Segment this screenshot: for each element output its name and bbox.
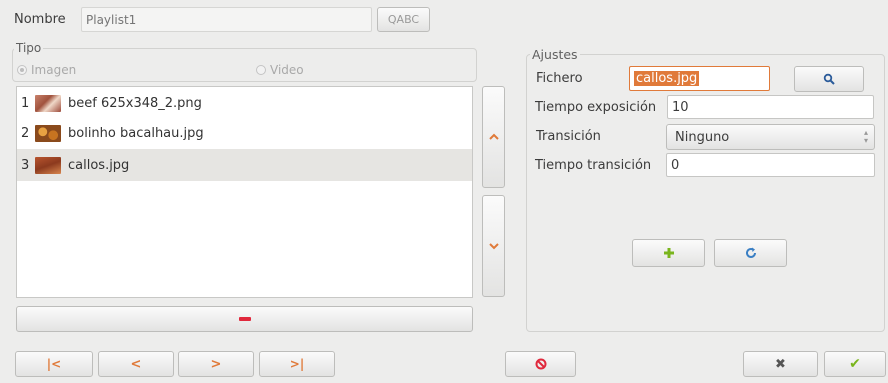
- list-item-name: callos.jpg: [68, 157, 130, 173]
- spellcheck-button[interactable]: Q ABC: [377, 7, 430, 32]
- nombre-label: Nombre: [14, 12, 66, 27]
- list-item-index: 3: [21, 157, 30, 173]
- chevron-up-icon: [488, 133, 499, 140]
- delete-button[interactable]: [505, 351, 576, 377]
- tipo-group: [12, 48, 477, 82]
- nombre-input[interactable]: [81, 7, 372, 32]
- tiempo-exposicion-label: Tiempo exposición: [535, 100, 657, 115]
- thumbnail-image: [35, 94, 61, 112]
- move-up-button[interactable]: [482, 86, 505, 188]
- playlist-list[interactable]: 1 beef 625x348_2.png 2 bolinho bacalhau.…: [16, 86, 473, 298]
- list-item[interactable]: 1 beef 625x348_2.png: [17, 88, 472, 118]
- tiempo-exposicion-field[interactable]: 10: [667, 95, 874, 119]
- radio-imagen-label: Imagen: [31, 63, 77, 77]
- plus-icon: [663, 248, 674, 258]
- fichero-value: callos.jpg: [634, 71, 700, 86]
- checkmark-icon: ✔: [849, 356, 861, 372]
- magnifier-icon: Q: [387, 13, 397, 26]
- list-item-name: bolinho bacalhau.jpg: [68, 125, 204, 141]
- remove-item-button[interactable]: [16, 306, 473, 332]
- thumbnail-image: [35, 156, 61, 174]
- chevron-right-icon: >: [210, 356, 222, 372]
- close-icon: ✖: [775, 356, 786, 372]
- radio-imagen[interactable]: Imagen: [17, 63, 76, 77]
- thumbnail-image: [35, 124, 61, 142]
- abc-label: ABC: [396, 13, 420, 26]
- refresh-icon: [745, 247, 756, 258]
- list-item-index: 2: [21, 125, 30, 141]
- ajustes-legend: Ajustes: [530, 47, 580, 62]
- transicion-label: Transición: [536, 129, 601, 144]
- browse-file-button[interactable]: [794, 66, 864, 92]
- skip-last-icon: >|: [289, 357, 305, 371]
- list-item-index: 1: [21, 95, 30, 111]
- radio-video-indicator: [256, 65, 266, 75]
- transicion-value: Ninguno: [675, 129, 730, 145]
- stop-icon: [535, 358, 546, 370]
- chevron-down-icon: [488, 243, 499, 250]
- tipo-legend: Tipo: [14, 41, 44, 55]
- list-item[interactable]: 3 callos.jpg: [17, 149, 472, 181]
- search-icon: [823, 73, 835, 85]
- radio-imagen-indicator: [17, 65, 27, 75]
- tiempo-transicion-value: 0: [671, 157, 680, 173]
- tiempo-transicion-label: Tiempo transición: [535, 158, 652, 173]
- next-button[interactable]: >: [178, 351, 254, 377]
- refresh-button[interactable]: [714, 239, 787, 267]
- accept-button[interactable]: ✔: [824, 351, 886, 377]
- minus-icon: [238, 317, 251, 321]
- updown-arrows-icon: ▴ ▾: [863, 128, 868, 145]
- fichero-label: Fichero: [536, 71, 583, 86]
- previous-button[interactable]: <: [98, 351, 174, 377]
- radio-video[interactable]: Video: [256, 63, 304, 77]
- last-button[interactable]: >|: [259, 351, 335, 377]
- tiempo-exposicion-value: 10: [672, 99, 689, 115]
- first-button[interactable]: |<: [15, 351, 93, 377]
- list-item[interactable]: 2 bolinho bacalhau.jpg: [17, 118, 472, 148]
- tiempo-transicion-field[interactable]: 0: [666, 153, 875, 177]
- skip-first-icon: |<: [46, 357, 62, 371]
- radio-video-label: Video: [270, 63, 304, 77]
- transicion-select[interactable]: Ninguno ▴ ▾: [666, 124, 875, 150]
- cancel-button[interactable]: ✖: [743, 351, 818, 377]
- move-down-button[interactable]: [482, 195, 505, 297]
- list-item-name: beef 625x348_2.png: [68, 95, 202, 111]
- fichero-field[interactable]: callos.jpg: [629, 66, 770, 91]
- add-button[interactable]: [632, 239, 705, 267]
- chevron-left-icon: <: [130, 356, 142, 372]
